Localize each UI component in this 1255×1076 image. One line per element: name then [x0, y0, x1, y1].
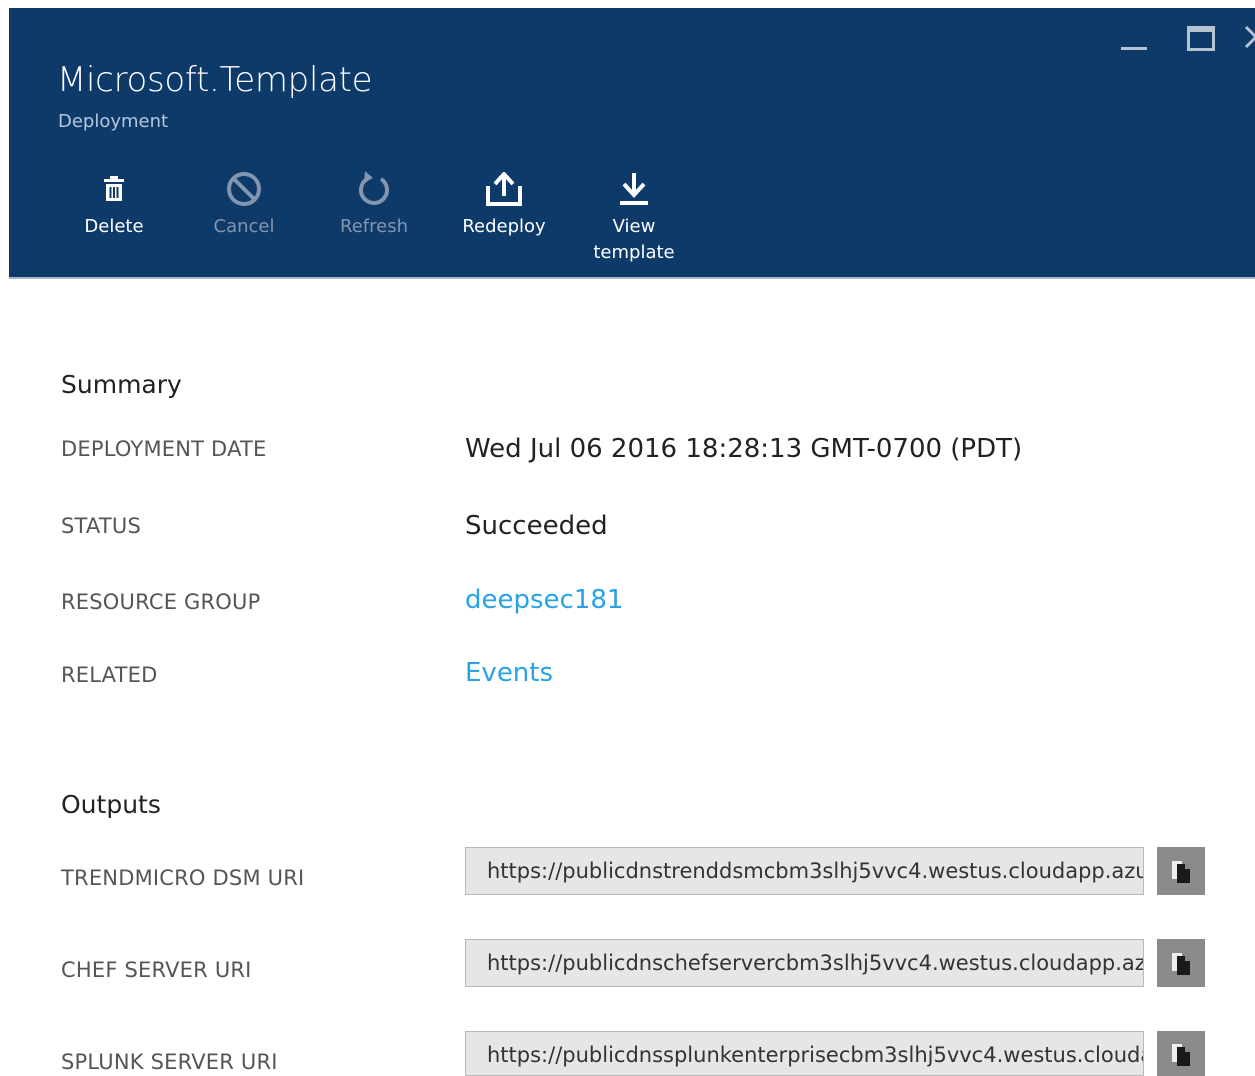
deployment-date-label: DEPLOYMENT DATE: [61, 437, 267, 461]
minimize-button[interactable]: [1113, 18, 1149, 58]
copy-button-chef[interactable]: [1157, 939, 1205, 987]
command-bar: Delete Cancel Refresh Redeploy View temp…: [49, 168, 699, 278]
window-controls: [1055, 18, 1255, 58]
copy-icon: [1172, 861, 1190, 883]
copy-button-trendmicro[interactable]: [1157, 847, 1205, 895]
view-template-label-line2: template: [593, 242, 675, 263]
blade-header: Microsoft.Template Deployment Delete Can…: [9, 8, 1255, 279]
output-field-chef[interactable]: https://publicdnschefservercbm3slhj5vvc4…: [465, 939, 1144, 987]
redeploy-button[interactable]: Redeploy: [439, 168, 569, 278]
blade-content: Summary DEPLOYMENT DATE Wed Jul 06 2016 …: [0, 280, 1255, 1076]
summary-title: Summary: [61, 370, 182, 399]
status-label: STATUS: [61, 514, 141, 538]
events-link[interactable]: Events: [465, 658, 553, 688]
delete-label: Delete: [84, 216, 144, 237]
copy-icon: [1172, 1043, 1190, 1066]
view-template-button[interactable]: View template: [569, 168, 699, 278]
output-label-trendmicro: TRENDMICRO DSM URI: [61, 866, 305, 890]
blade-subtitle: Deployment: [58, 111, 169, 132]
refresh-icon: [354, 168, 394, 210]
blade-title: Microsoft.Template: [57, 60, 373, 100]
refresh-label: Refresh: [340, 216, 408, 237]
refresh-button[interactable]: Refresh: [309, 168, 439, 278]
resource-group-label: RESOURCE GROUP: [61, 590, 261, 614]
resource-group-link[interactable]: deepsec181: [465, 585, 623, 615]
related-label: RELATED: [61, 663, 158, 687]
blade: Microsoft.Template Deployment Delete Can…: [0, 0, 1255, 1076]
close-button[interactable]: [1235, 18, 1255, 58]
copy-button-splunk[interactable]: [1157, 1031, 1205, 1076]
output-field-splunk[interactable]: https://publicdnssplunkenterprisecbm3slh…: [465, 1031, 1144, 1076]
cancel-button[interactable]: Cancel: [179, 168, 309, 278]
maximize-button[interactable]: [1181, 18, 1217, 58]
cancel-icon: [224, 168, 264, 210]
trash-icon: [94, 168, 134, 210]
close-icon: [1244, 25, 1255, 49]
status-value: Succeeded: [465, 511, 608, 541]
copy-icon: [1172, 953, 1190, 975]
output-label-splunk: SPLUNK SERVER URI: [61, 1050, 278, 1074]
view-template-label-line1: View: [612, 216, 656, 237]
upload-icon: [484, 168, 524, 210]
view-template-label: View template: [593, 214, 674, 266]
deployment-date-value: Wed Jul 06 2016 18:28:13 GMT-0700 (PDT): [465, 434, 1023, 464]
output-field-trendmicro[interactable]: https://publicdnstrenddsmcbm3slhj5vvc4.w…: [465, 847, 1144, 895]
output-label-chef: CHEF SERVER URI: [61, 958, 252, 982]
outputs-title: Outputs: [61, 790, 161, 819]
cancel-label: Cancel: [213, 216, 275, 237]
delete-button[interactable]: Delete: [49, 168, 179, 278]
redeploy-label: Redeploy: [462, 216, 546, 237]
download-icon: [614, 168, 654, 210]
